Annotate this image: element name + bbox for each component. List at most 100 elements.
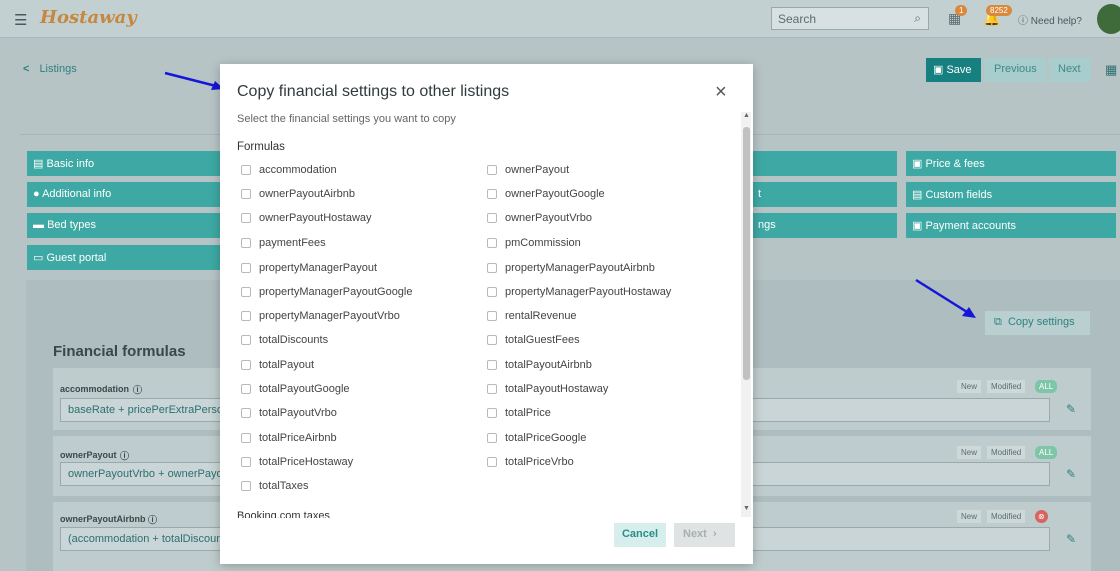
- option-checkbox[interactable]: totalPayoutVrbo: [237, 404, 337, 422]
- option-checkbox[interactable]: accommodation: [237, 161, 337, 179]
- modified-chip[interactable]: Modified: [987, 446, 1026, 459]
- checkbox-icon[interactable]: [241, 457, 251, 467]
- option-checkbox[interactable]: propertyManagerPayoutVrbo: [237, 307, 400, 325]
- copy-settings-button[interactable]: ⧉ Copy settings: [985, 311, 1090, 335]
- checkbox-icon[interactable]: [487, 335, 497, 345]
- checkbox-icon[interactable]: [241, 408, 251, 418]
- option-checkbox[interactable]: totalTaxes: [237, 477, 309, 495]
- breadcrumb[interactable]: < Listings: [23, 63, 77, 75]
- option-checkbox[interactable]: propertyManagerPayoutHostaway: [483, 283, 671, 301]
- next-listing-button[interactable]: Next: [1049, 58, 1091, 82]
- option-label: propertyManagerPayoutVrbo: [259, 310, 400, 322]
- option-checkbox[interactable]: totalPayoutHostaway: [483, 380, 608, 398]
- tab-hidden-2[interactable]: t: [752, 182, 897, 207]
- checkbox-icon[interactable]: [487, 238, 497, 248]
- error-icon[interactable]: ⊗: [1035, 510, 1048, 523]
- tab-basic-info[interactable]: ▤ Basic info: [27, 151, 220, 176]
- option-checkbox[interactable]: totalPayout: [237, 356, 314, 374]
- tab-custom-fields[interactable]: ▤ Custom fields: [906, 182, 1116, 207]
- info-icon[interactable]: ⓘ: [133, 383, 142, 396]
- checkbox-icon[interactable]: [241, 335, 251, 345]
- option-checkbox[interactable]: propertyManagerPayoutGoogle: [237, 283, 412, 301]
- checkbox-icon[interactable]: [241, 360, 251, 370]
- option-checkbox[interactable]: ownerPayoutAirbnb: [237, 185, 355, 203]
- checkbox-icon[interactable]: [241, 311, 251, 321]
- tab-payment-accounts[interactable]: ▣ Payment accounts: [906, 213, 1116, 238]
- checkbox-icon[interactable]: [241, 238, 251, 248]
- option-checkbox[interactable]: totalPayoutGoogle: [237, 380, 350, 398]
- option-checkbox[interactable]: propertyManagerPayout: [237, 259, 377, 277]
- modal-subtitle: Select the financial settings you want t…: [237, 113, 456, 125]
- edit-pencil-icon[interactable]: ✎: [1066, 402, 1076, 416]
- checkbox-icon[interactable]: [487, 360, 497, 370]
- checkbox-icon[interactable]: [487, 213, 497, 223]
- checkbox-icon[interactable]: [487, 263, 497, 273]
- search-icon[interactable]: ⌕: [914, 11, 921, 26]
- option-checkbox[interactable]: totalPriceGoogle: [483, 429, 586, 447]
- new-chip[interactable]: New: [957, 446, 982, 459]
- option-checkbox[interactable]: totalPriceVrbo: [483, 453, 574, 471]
- checkbox-icon[interactable]: [487, 165, 497, 175]
- next-button[interactable]: Next ›: [674, 523, 735, 547]
- option-checkbox[interactable]: ownerPayoutGoogle: [483, 185, 605, 203]
- option-checkbox[interactable]: totalGuestFees: [483, 331, 580, 349]
- info-icon[interactable]: ⓘ: [120, 449, 129, 462]
- option-checkbox[interactable]: paymentFees: [237, 234, 326, 252]
- scroll-up-icon[interactable]: ▲: [743, 112, 750, 119]
- checkbox-icon[interactable]: [487, 384, 497, 394]
- modified-chip[interactable]: Modified: [987, 510, 1026, 523]
- modified-chip[interactable]: Modified: [987, 380, 1026, 393]
- avatar[interactable]: [1097, 4, 1120, 34]
- tab-additional-info[interactable]: ● Additional info: [27, 182, 220, 207]
- checkbox-icon[interactable]: [241, 481, 251, 491]
- search-input[interactable]: Search ⌕: [771, 7, 929, 30]
- checkbox-icon[interactable]: [241, 433, 251, 443]
- checkbox-icon[interactable]: [241, 263, 251, 273]
- option-checkbox[interactable]: totalPriceAirbnb: [237, 429, 337, 447]
- option-checkbox[interactable]: rentalRevenue: [483, 307, 577, 325]
- edit-pencil-icon[interactable]: ✎: [1066, 532, 1076, 546]
- option-checkbox[interactable]: totalPriceHostaway: [237, 453, 353, 471]
- checkbox-icon[interactable]: [487, 457, 497, 467]
- save-button[interactable]: ▣ Save: [926, 58, 981, 82]
- checkbox-icon[interactable]: [487, 433, 497, 443]
- all-chip[interactable]: ALL: [1035, 446, 1058, 459]
- cancel-button[interactable]: Cancel: [614, 523, 666, 547]
- calendar-icon[interactable]: ▦: [1105, 62, 1117, 78]
- checkbox-icon[interactable]: [241, 189, 251, 199]
- scrollbar-thumb[interactable]: [743, 127, 750, 380]
- checkbox-icon[interactable]: [487, 311, 497, 321]
- new-chip[interactable]: New: [957, 380, 982, 393]
- options-scroll-area[interactable]: Formulas accommodation ownerPayoutAirbnb…: [237, 136, 742, 518]
- scroll-down-icon[interactable]: ▼: [743, 505, 750, 512]
- checkbox-icon[interactable]: [487, 189, 497, 199]
- edit-pencil-icon[interactable]: ✎: [1066, 467, 1076, 481]
- checkbox-icon[interactable]: [241, 287, 251, 297]
- logo[interactable]: Hostaway: [40, 7, 137, 28]
- menu-icon[interactable]: ☰: [14, 11, 27, 29]
- all-chip[interactable]: ALL: [1035, 380, 1058, 393]
- checkbox-icon[interactable]: [241, 384, 251, 394]
- tab-bed-types[interactable]: ▬ Bed types: [27, 213, 220, 238]
- option-checkbox[interactable]: ownerPayout: [483, 161, 569, 179]
- tab-hidden-1[interactable]: [752, 151, 897, 176]
- checkbox-icon[interactable]: [241, 213, 251, 223]
- checkbox-icon[interactable]: [241, 165, 251, 175]
- option-checkbox[interactable]: propertyManagerPayoutAirbnb: [483, 259, 655, 277]
- previous-button[interactable]: Previous: [984, 58, 1046, 82]
- option-checkbox[interactable]: totalPayoutAirbnb: [483, 356, 592, 374]
- option-checkbox[interactable]: pmCommission: [483, 234, 581, 252]
- new-chip[interactable]: New: [957, 510, 982, 523]
- checkbox-icon[interactable]: [487, 287, 497, 297]
- option-checkbox[interactable]: totalDiscounts: [237, 331, 328, 349]
- tab-guest-portal[interactable]: ▭ Guest portal: [27, 245, 220, 270]
- tab-price-fees[interactable]: ▣ Price & fees: [906, 151, 1116, 176]
- checkbox-icon[interactable]: [487, 408, 497, 418]
- option-checkbox[interactable]: ownerPayoutHostaway: [237, 209, 372, 227]
- tab-hidden-3[interactable]: ngs: [752, 213, 897, 238]
- option-checkbox[interactable]: ownerPayoutVrbo: [483, 209, 592, 227]
- help-link[interactable]: ⓘ Need help?: [1018, 12, 1082, 27]
- close-icon[interactable]: ×: [715, 81, 727, 104]
- option-checkbox[interactable]: totalPrice: [483, 404, 551, 422]
- info-icon[interactable]: ⓘ: [148, 513, 157, 526]
